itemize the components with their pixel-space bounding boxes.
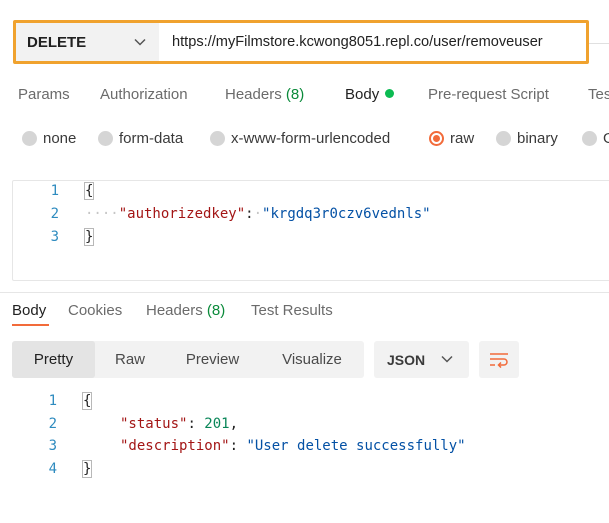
wrap-lines-icon <box>490 352 508 368</box>
open-brace: { <box>83 182 95 200</box>
tab-test-results[interactable]: Test Results <box>251 302 333 319</box>
url-text: https://myFilmstore.kcwong8051.repl.co/u… <box>172 34 543 50</box>
json-key: "description" <box>120 438 230 454</box>
chevron-down-icon <box>441 355 453 363</box>
line-number: 3 <box>50 229 59 245</box>
tab-response-headers[interactable]: Headers (8) <box>146 302 225 319</box>
line-number: 3 <box>48 438 57 454</box>
radio-graphql[interactable]: G <box>582 130 609 147</box>
line-number: 2 <box>48 416 57 432</box>
json-value: "krgdq3r0czv6vednls" <box>262 206 431 222</box>
radio-binary-label: binary <box>517 130 558 147</box>
view-visualize-button[interactable]: Visualize <box>260 341 364 378</box>
json-colon: : <box>245 206 254 222</box>
view-mode-segmented: Pretty Raw Preview Visualize <box>12 341 364 378</box>
radio-none[interactable]: none <box>22 130 76 147</box>
radio-raw-label: raw <box>450 130 475 147</box>
active-tab-indicator <box>12 324 49 326</box>
json-key: "status" <box>120 416 188 432</box>
open-brace: { <box>81 392 93 410</box>
code-line-status: "status": 201, <box>120 416 238 432</box>
body-mode-group: none form-data x-www-form-urlencoded raw… <box>0 130 609 154</box>
indent-dots: ···· <box>85 206 119 222</box>
request-body-editor[interactable]: 1 2 3 { ····"authorizedkey":·"krgdq3r0cz… <box>12 180 609 281</box>
radio-graphql-label: G <box>603 130 609 147</box>
response-tabs: Body Cookies Headers (8) Test Results <box>0 300 609 328</box>
active-dot-icon <box>385 89 395 98</box>
json-key: "authorizedkey" <box>118 206 246 222</box>
wrap-lines-button[interactable] <box>479 341 519 378</box>
radio-urlencoded[interactable]: x-www-form-urlencoded <box>210 130 390 147</box>
radio-circle-icon <box>582 131 597 146</box>
tab-body-label: Body <box>345 86 380 103</box>
request-tabs: Params Authorization Headers (8) Body Pr… <box>0 86 609 110</box>
tab-headers[interactable]: Headers (8) <box>225 86 304 103</box>
tab-response-headers-label: Headers <box>146 302 203 319</box>
tab-body[interactable]: Body <box>345 86 395 103</box>
close-brace: } <box>83 228 95 246</box>
radio-urlencoded-label: x-www-form-urlencoded <box>231 130 391 147</box>
radio-circle-icon <box>22 131 37 146</box>
code-line-description: "description": "User delete successfully… <box>120 438 466 454</box>
tab-authorization[interactable]: Authorization <box>100 86 188 103</box>
url-input[interactable]: https://myFilmstore.kcwong8051.repl.co/u… <box>159 23 586 61</box>
tab-response-headers-count: (8) <box>206 302 226 319</box>
radio-selected-icon <box>429 131 444 146</box>
line-number: 4 <box>48 461 57 477</box>
tab-response-body[interactable]: Body <box>12 302 46 319</box>
radio-circle-icon <box>210 131 225 146</box>
pane-divider[interactable] <box>0 292 609 293</box>
view-raw-button[interactable]: Raw <box>95 341 165 378</box>
line-number: 1 <box>48 393 57 409</box>
json-number: 201 <box>204 416 230 432</box>
space-dot: · <box>253 206 263 222</box>
request-url-bar: DELETE https://myFilmstore.kcwong8051.re… <box>13 20 589 64</box>
format-select[interactable]: JSON <box>374 341 469 378</box>
json-comma: , <box>229 416 239 432</box>
json-colon: : <box>187 416 205 432</box>
radio-circle-icon <box>496 131 511 146</box>
radio-form-data-label: form-data <box>119 130 184 147</box>
radio-raw[interactable]: raw <box>429 130 474 147</box>
json-string: "User delete successfully" <box>246 438 466 454</box>
view-pretty-button[interactable]: Pretty <box>12 341 95 378</box>
line-number: 2 <box>50 206 59 222</box>
json-colon: : <box>229 438 247 454</box>
tab-cookies[interactable]: Cookies <box>68 302 122 319</box>
radio-form-data[interactable]: form-data <box>98 130 183 147</box>
response-body-viewer: 1 2 3 4 { "status": 201, "description": … <box>0 392 609 493</box>
header-divider <box>589 43 609 44</box>
tab-pre-request-script[interactable]: Pre-request Script <box>428 86 549 103</box>
chevron-down-icon <box>134 38 146 46</box>
code-line-key: ····"authorizedkey":·"krgdq3r0czv6vednls… <box>85 206 431 222</box>
radio-circle-icon <box>98 131 113 146</box>
radio-binary[interactable]: binary <box>496 130 558 147</box>
method-select[interactable]: DELETE <box>16 23 159 61</box>
format-label: JSON <box>387 351 426 368</box>
method-label: DELETE <box>27 33 87 51</box>
tab-headers-label: Headers <box>225 86 282 103</box>
tab-tests[interactable]: Tes <box>588 86 609 103</box>
view-preview-button[interactable]: Preview <box>165 341 260 378</box>
close-brace: } <box>81 460 93 478</box>
tab-params[interactable]: Params <box>18 86 70 103</box>
tab-headers-count: (8) <box>285 86 305 103</box>
line-number: 1 <box>50 183 59 199</box>
radio-none-label: none <box>43 130 77 147</box>
